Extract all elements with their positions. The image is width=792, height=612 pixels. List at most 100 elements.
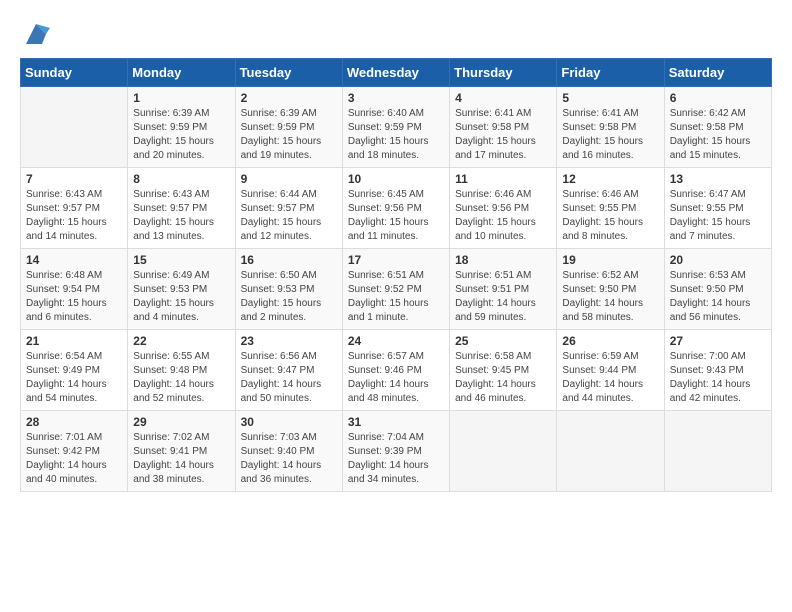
day-number: 7 <box>26 172 122 186</box>
day-info: Sunrise: 6:46 AM Sunset: 9:55 PM Dayligh… <box>562 188 658 244</box>
calendar-cell: 27 Sunrise: 7:00 AM Sunset: 9:43 PM Dayli… <box>664 330 771 411</box>
calendar-cell: 30Sunrise: 7:03 AM Sunset: 9:40 PM Dayli… <box>235 411 342 492</box>
calendar-cell: 17 Sunrise: 6:51 AM Sunset: 9:52 PM Dayli… <box>342 249 449 330</box>
day-info: Sunrise: 6:53 AM Sunset: 9:50 PM Dayligh… <box>670 269 766 325</box>
day-number: 15 <box>133 253 229 267</box>
day-info: Sunrise: 6:39 AM Sunset: 9:59 PM Dayligh… <box>133 107 229 163</box>
day-number: 17 <box>348 253 444 267</box>
day-number: 22 <box>133 334 229 348</box>
calendar-cell <box>557 411 664 492</box>
calendar-cell: 3Sunrise: 6:40 AM Sunset: 9:59 PM Daylig… <box>342 87 449 168</box>
day-info: Sunrise: 6:39 AM Sunset: 9:59 PM Dayligh… <box>241 107 337 163</box>
calendar-week-row: 7 Sunrise: 6:43 AM Sunset: 9:57 PM Daylig… <box>21 168 772 249</box>
weekday-header: Friday <box>557 59 664 87</box>
day-info: Sunrise: 6:55 AM Sunset: 9:48 PM Dayligh… <box>133 350 229 406</box>
calendar-cell: 22 Sunrise: 6:55 AM Sunset: 9:48 PM Dayli… <box>128 330 235 411</box>
calendar-cell <box>21 87 128 168</box>
day-number: 26 <box>562 334 658 348</box>
weekday-header: Monday <box>128 59 235 87</box>
calendar-table: SundayMondayTuesdayWednesdayThursdayFrid… <box>20 58 772 492</box>
day-number: 31 <box>348 415 444 429</box>
day-number: 2 <box>241 91 337 105</box>
day-number: 4 <box>455 91 551 105</box>
calendar-cell: 9 Sunrise: 6:44 AM Sunset: 9:57 PM Daylig… <box>235 168 342 249</box>
day-info: Sunrise: 6:57 AM Sunset: 9:46 PM Dayligh… <box>348 350 444 406</box>
day-number: 19 <box>562 253 658 267</box>
calendar-cell: 16Sunrise: 6:50 AM Sunset: 9:53 PM Dayli… <box>235 249 342 330</box>
day-number: 6 <box>670 91 766 105</box>
day-info: Sunrise: 6:47 AM Sunset: 9:55 PM Dayligh… <box>670 188 766 244</box>
day-number: 14 <box>26 253 122 267</box>
day-info: Sunrise: 6:40 AM Sunset: 9:59 PM Dayligh… <box>348 107 444 163</box>
day-number: 29 <box>133 415 229 429</box>
day-number: 10 <box>348 172 444 186</box>
weekday-header-row: SundayMondayTuesdayWednesdayThursdayFrid… <box>21 59 772 87</box>
weekday-header: Tuesday <box>235 59 342 87</box>
day-info: Sunrise: 6:45 AM Sunset: 9:56 PM Dayligh… <box>348 188 444 244</box>
calendar-cell: 26Sunrise: 6:59 AM Sunset: 9:44 PM Dayli… <box>557 330 664 411</box>
calendar-cell: 23 Sunrise: 6:56 AM Sunset: 9:47 PM Dayli… <box>235 330 342 411</box>
calendar-cell: 19 Sunrise: 6:52 AM Sunset: 9:50 PM Dayli… <box>557 249 664 330</box>
day-info: Sunrise: 6:52 AM Sunset: 9:50 PM Dayligh… <box>562 269 658 325</box>
day-info: Sunrise: 7:02 AM Sunset: 9:41 PM Dayligh… <box>133 431 229 487</box>
day-info: Sunrise: 6:42 AM Sunset: 9:58 PM Dayligh… <box>670 107 766 163</box>
day-info: Sunrise: 6:54 AM Sunset: 9:49 PM Dayligh… <box>26 350 122 406</box>
day-info: Sunrise: 6:50 AM Sunset: 9:53 PM Dayligh… <box>241 269 337 325</box>
day-number: 13 <box>670 172 766 186</box>
day-info: Sunrise: 6:43 AM Sunset: 9:57 PM Dayligh… <box>133 188 229 244</box>
logo-icon <box>22 20 50 48</box>
day-info: Sunrise: 6:49 AM Sunset: 9:53 PM Dayligh… <box>133 269 229 325</box>
day-info: Sunrise: 7:04 AM Sunset: 9:39 PM Dayligh… <box>348 431 444 487</box>
calendar-cell: 15 Sunrise: 6:49 AM Sunset: 9:53 PM Dayli… <box>128 249 235 330</box>
calendar-cell: 28Sunrise: 7:01 AM Sunset: 9:42 PM Dayli… <box>21 411 128 492</box>
weekday-header: Sunday <box>21 59 128 87</box>
day-info: Sunrise: 7:00 AM Sunset: 9:43 PM Dayligh… <box>670 350 766 406</box>
calendar-cell: 29 Sunrise: 7:02 AM Sunset: 9:41 PM Dayli… <box>128 411 235 492</box>
calendar-cell: 21 Sunrise: 6:54 AM Sunset: 9:49 PM Dayli… <box>21 330 128 411</box>
calendar-cell: 8 Sunrise: 6:43 AM Sunset: 9:57 PM Daylig… <box>128 168 235 249</box>
calendar-cell: 11 Sunrise: 6:46 AM Sunset: 9:56 PM Dayli… <box>450 168 557 249</box>
day-number: 30 <box>241 415 337 429</box>
day-number: 20 <box>670 253 766 267</box>
day-info: Sunrise: 6:44 AM Sunset: 9:57 PM Dayligh… <box>241 188 337 244</box>
day-number: 24 <box>348 334 444 348</box>
calendar-cell: 25 Sunrise: 6:58 AM Sunset: 9:45 PM Dayli… <box>450 330 557 411</box>
day-number: 21 <box>26 334 122 348</box>
calendar-cell: 1 Sunrise: 6:39 AM Sunset: 9:59 PM Daylig… <box>128 87 235 168</box>
page-header <box>20 20 772 42</box>
weekday-header: Thursday <box>450 59 557 87</box>
calendar-cell: 10 Sunrise: 6:45 AM Sunset: 9:56 PM Dayli… <box>342 168 449 249</box>
day-number: 11 <box>455 172 551 186</box>
calendar-week-row: 21 Sunrise: 6:54 AM Sunset: 9:49 PM Dayli… <box>21 330 772 411</box>
day-info: Sunrise: 6:58 AM Sunset: 9:45 PM Dayligh… <box>455 350 551 406</box>
calendar-cell: 5 Sunrise: 6:41 AM Sunset: 9:58 PM Daylig… <box>557 87 664 168</box>
day-number: 5 <box>562 91 658 105</box>
day-info: Sunrise: 6:48 AM Sunset: 9:54 PM Dayligh… <box>26 269 122 325</box>
day-info: Sunrise: 6:56 AM Sunset: 9:47 PM Dayligh… <box>241 350 337 406</box>
calendar-cell: 12 Sunrise: 6:46 AM Sunset: 9:55 PM Dayli… <box>557 168 664 249</box>
day-info: Sunrise: 6:46 AM Sunset: 9:56 PM Dayligh… <box>455 188 551 244</box>
calendar-cell: 4 Sunrise: 6:41 AM Sunset: 9:58 PM Daylig… <box>450 87 557 168</box>
day-number: 27 <box>670 334 766 348</box>
calendar-week-row: 14 Sunrise: 6:48 AM Sunset: 9:54 PM Dayli… <box>21 249 772 330</box>
day-number: 23 <box>241 334 337 348</box>
day-number: 1 <box>133 91 229 105</box>
weekday-header: Saturday <box>664 59 771 87</box>
day-info: Sunrise: 7:01 AM Sunset: 9:42 PM Dayligh… <box>26 431 122 487</box>
calendar-cell: 31 Sunrise: 7:04 AM Sunset: 9:39 PM Dayli… <box>342 411 449 492</box>
calendar-cell: 6 Sunrise: 6:42 AM Sunset: 9:58 PM Daylig… <box>664 87 771 168</box>
weekday-header: Wednesday <box>342 59 449 87</box>
day-number: 8 <box>133 172 229 186</box>
calendar-cell: 20 Sunrise: 6:53 AM Sunset: 9:50 PM Dayli… <box>664 249 771 330</box>
day-number: 9 <box>241 172 337 186</box>
calendar-cell: 2 Sunrise: 6:39 AM Sunset: 9:59 PM Daylig… <box>235 87 342 168</box>
day-number: 12 <box>562 172 658 186</box>
day-info: Sunrise: 6:43 AM Sunset: 9:57 PM Dayligh… <box>26 188 122 244</box>
calendar-cell: 13 Sunrise: 6:47 AM Sunset: 9:55 PM Dayli… <box>664 168 771 249</box>
day-number: 25 <box>455 334 551 348</box>
calendar-week-row: 1 Sunrise: 6:39 AM Sunset: 9:59 PM Daylig… <box>21 87 772 168</box>
day-info: Sunrise: 6:41 AM Sunset: 9:58 PM Dayligh… <box>562 107 658 163</box>
calendar-cell <box>450 411 557 492</box>
day-info: Sunrise: 6:41 AM Sunset: 9:58 PM Dayligh… <box>455 107 551 163</box>
day-info: Sunrise: 6:51 AM Sunset: 9:52 PM Dayligh… <box>348 269 444 325</box>
